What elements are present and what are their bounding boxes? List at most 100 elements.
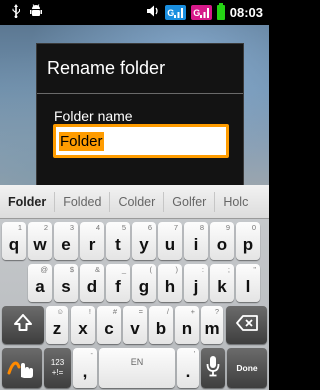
key-s[interactable]: $ s [54, 264, 78, 302]
key-x[interactable]: ! x [71, 306, 95, 344]
key-label: b [155, 319, 167, 338]
key-label: c [104, 319, 114, 338]
key-hint: 2 [43, 223, 48, 232]
key-label: e [61, 235, 71, 254]
dialog-divider [37, 93, 243, 94]
key-n[interactable]: + n [175, 306, 199, 344]
suggestion-strip: Folder Folded Colder Golfer Holc [0, 185, 269, 219]
key-label: a [35, 277, 45, 296]
backspace-icon [235, 314, 258, 336]
key-hint: / [166, 307, 169, 316]
key-e[interactable]: 3e [54, 222, 78, 260]
key-hint: " [253, 265, 256, 274]
key-label: , [82, 362, 88, 381]
key-label: y [139, 235, 149, 254]
key-label: h [164, 277, 176, 296]
battery-icon [216, 3, 225, 20]
key-label: k [217, 277, 227, 296]
key-hint: & [94, 265, 100, 274]
volume-icon [146, 3, 160, 22]
status-bar: G G 08:03 [0, 0, 269, 25]
key-y[interactable]: 6y [132, 222, 156, 260]
key-w[interactable]: 2w [28, 222, 52, 260]
swype-logo-icon [7, 353, 37, 384]
key-hint: 8 [199, 223, 204, 232]
key-o[interactable]: 9o [210, 222, 234, 260]
key-label: x [78, 319, 88, 338]
key-hint: ☺ [56, 307, 64, 316]
key-hint: ) [175, 265, 179, 274]
key-label: p [242, 235, 254, 254]
suggestion-item[interactable]: Folded [55, 191, 111, 212]
key-hint: : [201, 265, 204, 274]
key-label: i [193, 235, 199, 254]
key-label: f [115, 277, 121, 296]
key-label: o [216, 235, 228, 254]
key-g[interactable]: (g [132, 264, 156, 302]
suggestion-item[interactable]: Colder [110, 191, 165, 212]
key-label: . [185, 362, 191, 381]
key-label: q [8, 235, 20, 254]
key-label: n [181, 319, 193, 338]
microphone-icon [206, 355, 220, 382]
swype-key[interactable] [2, 348, 42, 388]
key-h[interactable]: ) h [158, 264, 182, 302]
dialog-title: Rename folder [47, 58, 166, 78]
folder-name-input[interactable]: Folder [53, 124, 229, 158]
key-hint: 7 [173, 223, 178, 232]
key-r[interactable]: 4r [80, 222, 104, 260]
key-d[interactable]: & d [80, 264, 104, 302]
key-label: g [138, 277, 150, 296]
suggestion-item[interactable]: Folder [0, 191, 56, 212]
suggestion-item[interactable]: Golfer [164, 191, 216, 212]
network-3g-icon: G [164, 5, 186, 20]
space-key[interactable]: EN [99, 348, 175, 388]
microphone-key[interactable] [201, 348, 225, 388]
soft-keyboard: Folder Folded Colder Golfer Holc 1q 2w 3… [0, 185, 269, 390]
symbols-key-label: 123 +!= [50, 358, 65, 377]
symbols-key[interactable]: 123 +!= [44, 348, 71, 388]
key-b[interactable]: / b [149, 306, 173, 344]
key-f[interactable]: _ f [106, 264, 130, 302]
clock: 08:03 [229, 5, 263, 20]
rename-folder-dialog: Rename folder Folder name Folder [36, 43, 244, 187]
key-i[interactable]: 8i [184, 222, 208, 260]
key-hint: + [190, 307, 195, 316]
key-label: j [193, 277, 199, 296]
key-p[interactable]: 0p [236, 222, 260, 260]
key-hint: = [138, 307, 143, 316]
key-t[interactable]: 5t [106, 222, 130, 260]
key-label: s [61, 277, 71, 296]
key-hint: ? [214, 307, 219, 316]
key-v[interactable]: = v [123, 306, 147, 344]
key-q[interactable]: 1q [2, 222, 26, 260]
comma-key[interactable]: -, [73, 348, 97, 388]
key-m[interactable]: ? m [201, 306, 223, 344]
network-3g-alt-icon: G [190, 5, 212, 20]
backspace-key[interactable] [226, 306, 267, 344]
key-j[interactable]: :j [184, 264, 208, 302]
key-u[interactable]: 7u [158, 222, 182, 260]
done-key-label: Done [236, 363, 258, 373]
key-label: d [86, 277, 98, 296]
usb-icon [11, 3, 21, 22]
shift-key[interactable] [2, 306, 44, 344]
key-l[interactable]: " l [236, 264, 260, 302]
key-hint: 0 [251, 223, 256, 232]
key-c[interactable]: # c [97, 306, 121, 344]
key-hint: _ [121, 265, 126, 274]
key-label: u [164, 235, 176, 254]
key-hint: @ [40, 265, 48, 274]
period-key[interactable]: '. [177, 348, 199, 388]
done-key[interactable]: Done [227, 348, 267, 388]
key-hint: 1 [17, 223, 22, 232]
key-label: r [88, 235, 96, 254]
key-a[interactable]: @ a [28, 264, 52, 302]
key-k[interactable]: ; k [210, 264, 234, 302]
key-hint: # [112, 307, 117, 316]
suggestion-item[interactable]: Holc [215, 192, 256, 212]
key-label: v [130, 319, 140, 338]
key-label: t [115, 235, 121, 254]
key-z[interactable]: ☺ z [46, 306, 68, 344]
folder-name-value: Folder [59, 131, 104, 151]
